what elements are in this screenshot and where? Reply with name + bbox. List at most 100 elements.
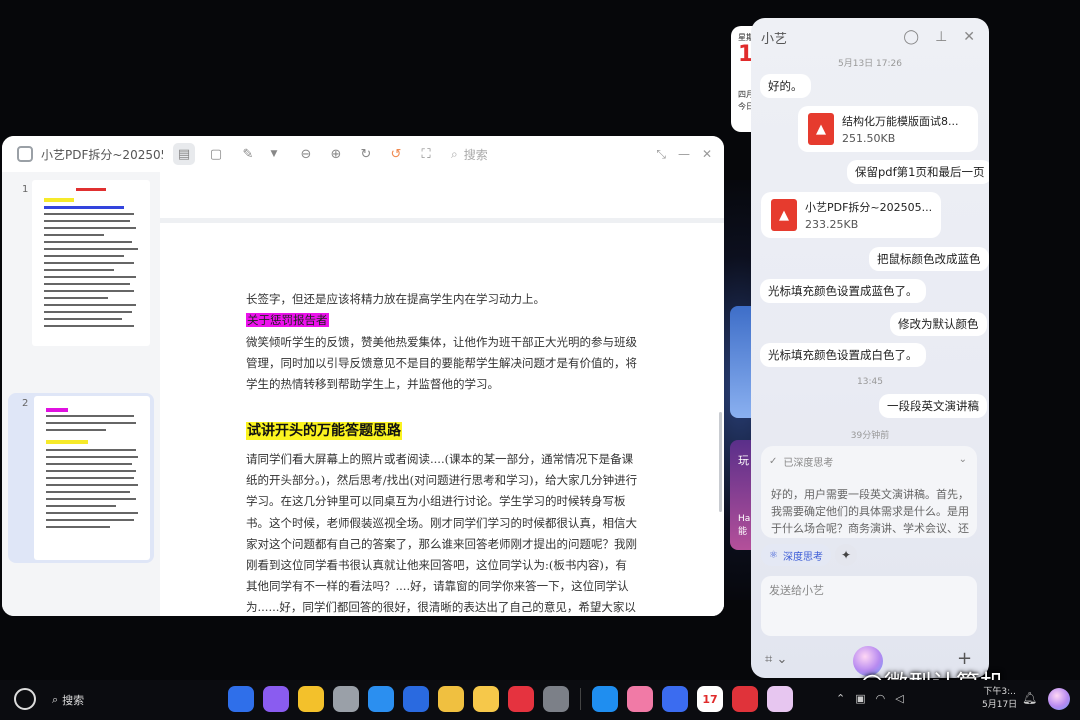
taskbar-search-button[interactable]: ⌕ 搜索 xyxy=(52,692,84,708)
avatar-icon[interactable]: ◯ xyxy=(903,29,919,45)
clock-time: 下午3:.. xyxy=(983,687,1016,697)
pdf-toolbar: 小艺PDF拆分~2025051... ▤ ▢ ✎ ▼ ⊖ ⊕ ↻ ↺ ⛶ ⌕ 搜… xyxy=(2,136,724,172)
atom-icon: ⚛ xyxy=(769,549,778,561)
restore-icon[interactable]: ⤡ xyxy=(656,147,666,162)
timestamp: 13:45 xyxy=(857,377,883,387)
thumbnail-pane: 1 2 xyxy=(2,172,160,616)
search-icon: ⌕ xyxy=(52,693,59,706)
chevron-up-icon[interactable]: ⌃ xyxy=(836,692,845,705)
zoom-out-icon[interactable]: ⊖ xyxy=(295,143,317,165)
user-message: 一段段英文演讲稿 xyxy=(879,394,987,418)
document-pane[interactable]: 长签字，但还是应该将精力放在提高学生内在学习动力上。 关于惩罚报告者 微笑倾听学… xyxy=(160,172,724,616)
search-icon: ⌕ xyxy=(451,146,458,161)
chevron-down-icon[interactable]: ⌄ xyxy=(959,454,967,465)
sparkle-icon[interactable]: ✦ xyxy=(835,544,857,566)
sidebar-toggle-icon[interactable]: ▤ xyxy=(173,143,195,165)
music-app-icon[interactable] xyxy=(662,686,688,712)
deep-thinking-toggle-label: 深度思考 xyxy=(782,551,823,563)
mail-app-icon[interactable] xyxy=(403,686,429,712)
window-app-icon[interactable] xyxy=(263,686,289,712)
crop-icon[interactable]: ⌗ ⌄ xyxy=(765,652,787,667)
thumbnail-number: 2 xyxy=(22,398,29,409)
thumbnail-number: 1 xyxy=(22,184,29,195)
wifi-icon[interactable]: ◠ xyxy=(876,692,886,705)
dock-separator xyxy=(580,688,581,710)
clock-date: 5月17日 xyxy=(982,700,1018,710)
message-input-placeholder: 发送给小艺 xyxy=(769,584,824,597)
message-input[interactable]: 发送给小艺 xyxy=(761,576,977,636)
bilibili-app-icon[interactable] xyxy=(627,686,653,712)
deep-thinking-label: 已深度思考 xyxy=(783,458,834,469)
timestamp: 39分钟前 xyxy=(850,431,890,441)
file-name: 结构化万能模版面试8... xyxy=(842,115,959,128)
assistant-title: 小艺 xyxy=(761,31,788,47)
wps-app-icon[interactable] xyxy=(732,686,758,712)
close-icon[interactable]: ✕ xyxy=(963,29,975,45)
zoom-in-icon[interactable]: ⊕ xyxy=(325,143,347,165)
minimize-icon[interactable]: — xyxy=(678,147,690,162)
undo-icon[interactable]: ↺ xyxy=(385,143,407,165)
files-app-icon[interactable] xyxy=(592,686,618,712)
settings-app-icon[interactable] xyxy=(543,686,569,712)
file-name: 小艺PDF拆分~202505... xyxy=(805,201,933,214)
trash-app-icon[interactable] xyxy=(333,686,359,712)
rotate-icon[interactable]: ↻ xyxy=(355,143,377,165)
photos-app-icon[interactable] xyxy=(438,686,464,712)
taskbar-search-label: 搜索 xyxy=(62,694,85,707)
thumbnail-page-1[interactable] xyxy=(32,180,150,346)
calendar-app-icon[interactable]: 17 xyxy=(697,686,723,712)
app-gallery-app-icon[interactable] xyxy=(508,686,534,712)
notification-icon[interactable]: 🔔︎ xyxy=(1022,691,1037,705)
thumbnail-page-2[interactable] xyxy=(34,396,150,560)
memo-app-icon[interactable] xyxy=(473,686,499,712)
pen-icon[interactable]: ✎ xyxy=(237,143,259,165)
clock[interactable]: 下午3:.. 5月17日 xyxy=(982,686,1017,712)
app-icon xyxy=(17,146,33,162)
grid-app-icon[interactable] xyxy=(228,686,254,712)
doc-paragraph: 长签字，但还是应该将精力放在提高学生内在学习动力上。 xyxy=(246,292,545,306)
volume-icon[interactable]: ◁ xyxy=(895,692,903,705)
assistant-message: 光标填充颜色设置成蓝色了。 xyxy=(760,279,926,303)
screenshot-icon[interactable]: ▣ xyxy=(855,692,865,705)
start-icon[interactable] xyxy=(14,688,36,710)
notes-app-icon[interactable] xyxy=(298,686,324,712)
timestamp: 5月13日 17:26 xyxy=(838,59,902,69)
deep-thinking-toggle[interactable]: ⚛ 深度思考 xyxy=(761,544,831,566)
search-placeholder: 搜索 xyxy=(463,147,488,162)
assistant-message: 好的。 xyxy=(760,74,811,98)
doc-paragraph: 微笑倾听学生的反馈，赞美他热爱集体，让他作为班干部正大光明的参与班级管理，同时加… xyxy=(246,335,637,392)
document-page-2: 长签字，但还是应该将精力放在提高学生内在学习动力上。 关于惩罚报告者 微笑倾听学… xyxy=(160,223,724,616)
deep-thinking-text: 好的，用户需要一段英文演讲稿。首先，我需要确定他们的具体需求是什么。是用于什么场… xyxy=(771,488,969,535)
doc-heading-highlight: 试讲开头的万能答题思路 xyxy=(246,422,402,440)
close-icon[interactable]: ✕ xyxy=(702,147,712,162)
check-icon: ✓ xyxy=(769,456,778,467)
fit-screen-icon[interactable]: ⛶ xyxy=(415,143,437,165)
user-message: 把鼠标颜色改成蓝色 xyxy=(869,247,989,271)
document-page-1-bottom xyxy=(160,172,724,218)
save-icon[interactable]: ▢ xyxy=(205,143,227,165)
chevron-down-icon[interactable]: ▼ xyxy=(263,143,285,165)
doc-heading-highlight: 关于惩罚报告者 xyxy=(246,313,329,327)
assistant-orb-icon[interactable] xyxy=(1048,688,1070,710)
file-size: 233.25KB xyxy=(805,218,859,231)
window-title: 小艺PDF拆分~2025051... xyxy=(41,147,163,162)
scrollbar[interactable] xyxy=(719,412,722,512)
user-message: 保留pdf第1页和最后一页 xyxy=(847,160,989,184)
assistant-header: 小艺 ◯ ⊥ ✕ xyxy=(751,18,989,56)
assistant-panel: 小艺 ◯ ⊥ ✕ 5月13日 17:26 好的。 ▲ 结构化万能模版面试8...… xyxy=(751,18,989,678)
dock: 17 xyxy=(228,686,793,712)
assistant-message: 光标填充颜色设置成白色了。 xyxy=(760,343,926,367)
gallery2-app-icon[interactable] xyxy=(767,686,793,712)
file-card[interactable]: ▲ 小艺PDF拆分~202505... 233.25KB xyxy=(761,192,941,238)
pdf-viewer-window: 小艺PDF拆分~2025051... ▤ ▢ ✎ ▼ ⊖ ⊕ ↻ ↺ ⛶ ⌕ 搜… xyxy=(2,136,724,616)
pin-icon[interactable]: ⊥ xyxy=(935,29,947,45)
pdf-file-icon: ▲ xyxy=(771,199,797,231)
user-message: 修改为默认颜色 xyxy=(890,312,987,336)
pdf-file-icon: ▲ xyxy=(808,113,834,145)
doc-paragraph: 请同学们看大屏幕上的照片或者阅读....(课本的某一部分，通常情况下是备课纸的开… xyxy=(246,452,638,615)
deep-thinking-box[interactable]: ✓ 已深度思考 ⌄ 好的，用户需要一段英文演讲稿。首先，我需要确定他们的具体需求… xyxy=(761,446,977,538)
file-card[interactable]: ▲ 结构化万能模版面试8... 251.50KB xyxy=(798,106,978,152)
search-input[interactable]: ⌕ 搜索 xyxy=(451,143,611,165)
browser-app-icon[interactable] xyxy=(368,686,394,712)
file-size: 251.50KB xyxy=(842,132,896,145)
